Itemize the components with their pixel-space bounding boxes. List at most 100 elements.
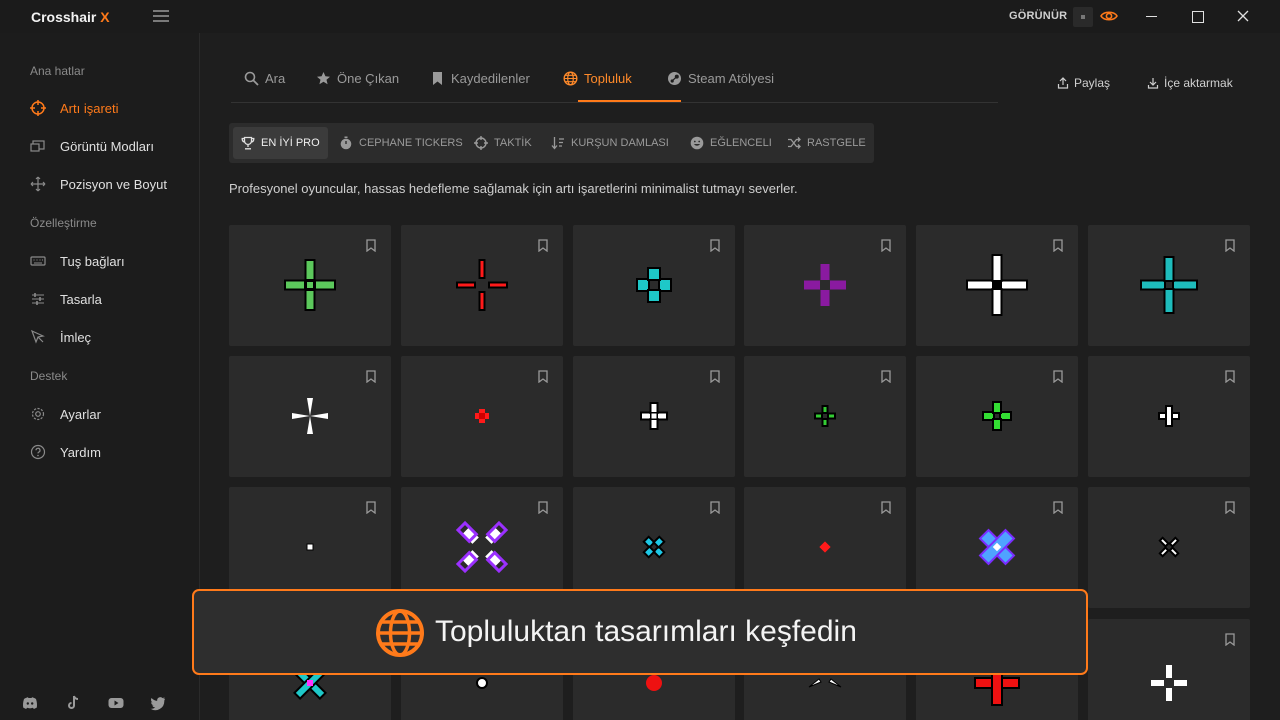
filter-fun[interactable]: EĞLENCELI bbox=[682, 127, 780, 159]
crosshair-card[interactable] bbox=[1088, 619, 1250, 720]
bookmark-icon[interactable] bbox=[1053, 370, 1063, 383]
tab-search[interactable]: Ara bbox=[244, 69, 285, 87]
crosshair-card[interactable] bbox=[1088, 356, 1250, 477]
trophy-icon bbox=[241, 136, 255, 150]
sidebar-item-display-modes[interactable]: Görüntü Modları bbox=[30, 133, 195, 159]
crosshair-card[interactable] bbox=[1088, 487, 1250, 608]
bookmark-icon[interactable] bbox=[710, 370, 720, 383]
filter-random[interactable]: RASTGELE bbox=[779, 127, 874, 159]
section-label-outline: Ana hatlar bbox=[30, 64, 85, 78]
import-button[interactable]: İçe aktarmak bbox=[1147, 76, 1233, 90]
sidebar-item-label: Yardım bbox=[60, 444, 101, 460]
toast-message: Topluluktan tasarımları keşfedin bbox=[435, 615, 857, 648]
sliders-icon bbox=[32, 293, 44, 305]
tab-saved[interactable]: Kaydedilenler bbox=[430, 69, 530, 87]
bookmark-icon[interactable] bbox=[538, 501, 548, 514]
crosshair-card[interactable] bbox=[916, 225, 1078, 346]
sidebar-item-cursor[interactable]: İmleç bbox=[30, 324, 195, 350]
tab-community[interactable]: Topluluk bbox=[563, 69, 632, 87]
bookmark-icon[interactable] bbox=[881, 370, 891, 383]
crosshair-preview-icon[interactable] bbox=[1073, 7, 1093, 27]
star-icon bbox=[317, 71, 330, 84]
category-description: Profesyonel oyuncular, hassas hedefleme … bbox=[229, 181, 798, 196]
cursor-icon bbox=[30, 329, 45, 344]
crosshair-preview bbox=[966, 254, 1028, 316]
filter-tactical[interactable]: TAKTİK bbox=[466, 127, 540, 159]
keyboard-icon bbox=[30, 256, 46, 266]
filter-top-pro[interactable]: EN İYİ PRO bbox=[233, 127, 328, 159]
bookmark-icon[interactable] bbox=[1225, 633, 1235, 646]
crosshair-card[interactable] bbox=[916, 356, 1078, 477]
target-icon bbox=[474, 136, 488, 150]
filter-bullet-drop[interactable]: KURŞUN DAMLASI bbox=[543, 127, 677, 159]
bookmark-icon bbox=[433, 71, 442, 85]
bookmark-icon[interactable] bbox=[881, 239, 891, 252]
crosshair-card[interactable] bbox=[229, 356, 391, 477]
bookmark-icon[interactable] bbox=[881, 501, 891, 514]
bookmark-icon[interactable] bbox=[1225, 370, 1235, 383]
active-tab-indicator bbox=[578, 100, 681, 102]
crosshair-preview bbox=[804, 264, 846, 306]
filter-bar: EN İYİ PRO CEPHANE TICKERS TAKTİK KURŞUN… bbox=[229, 123, 874, 163]
crosshair-preview bbox=[982, 401, 1012, 431]
community-toast: Topluluktan tasarımları keşfedin bbox=[192, 589, 1088, 675]
sidebar-item-label: Tuş bağları bbox=[60, 253, 125, 269]
bookmark-icon[interactable] bbox=[538, 370, 548, 383]
sidebar-item-design[interactable]: Tasarla bbox=[30, 286, 195, 312]
bookmark-icon[interactable] bbox=[366, 370, 376, 383]
crosshair-card[interactable] bbox=[401, 356, 563, 477]
stopwatch-icon bbox=[340, 136, 352, 150]
bookmark-icon[interactable] bbox=[1053, 501, 1063, 514]
bookmark-icon[interactable] bbox=[366, 501, 376, 514]
bookmark-icon[interactable] bbox=[710, 501, 720, 514]
globe-icon bbox=[563, 70, 578, 86]
filter-ammo-tickers[interactable]: CEPHANE TICKERS bbox=[331, 127, 471, 159]
bookmark-icon[interactable] bbox=[366, 239, 376, 252]
visibility-label: GÖRÜNÜR bbox=[1009, 10, 1068, 22]
sidebar-item-help[interactable]: Yardım bbox=[30, 439, 195, 465]
tab-featured[interactable]: Öne Çıkan bbox=[316, 69, 399, 87]
crosshair-card[interactable] bbox=[573, 225, 735, 346]
maximize-button[interactable] bbox=[1174, 0, 1220, 33]
eye-icon[interactable] bbox=[1100, 8, 1118, 24]
move-icon bbox=[30, 176, 46, 192]
sidebar-item-crosshair[interactable]: Artı işareti bbox=[30, 95, 195, 121]
sidebar-item-label: İmleç bbox=[60, 329, 92, 345]
bookmark-icon[interactable] bbox=[1053, 239, 1063, 252]
bookmark-icon[interactable] bbox=[710, 239, 720, 252]
crosshair-preview bbox=[819, 541, 831, 553]
crosshair-card[interactable] bbox=[1088, 225, 1250, 346]
crosshair-card[interactable] bbox=[744, 356, 906, 477]
crosshair-card[interactable] bbox=[401, 225, 563, 346]
title-bar[interactable]: Crosshair X GÖRÜNÜR bbox=[0, 0, 1280, 33]
discord-icon[interactable] bbox=[22, 695, 38, 711]
app-title: Crosshair X bbox=[31, 9, 110, 25]
crosshair-card[interactable] bbox=[573, 356, 735, 477]
sidebar-item-position-size[interactable]: Pozisyon ve Boyut bbox=[30, 171, 195, 197]
crosshair-preview bbox=[636, 267, 672, 303]
crosshair-preview bbox=[284, 259, 336, 311]
search-icon bbox=[244, 71, 259, 86]
bookmark-icon[interactable] bbox=[538, 239, 548, 252]
crosshair-card[interactable] bbox=[744, 225, 906, 346]
steam-icon bbox=[668, 71, 681, 85]
tab-steam-workshop[interactable]: Steam Atölyesi bbox=[667, 69, 774, 87]
sidebar-item-keybinds[interactable]: Tuş bağları bbox=[30, 248, 195, 274]
minimize-button[interactable] bbox=[1128, 0, 1174, 33]
twitter-icon[interactable] bbox=[150, 695, 166, 711]
crosshair-preview bbox=[642, 535, 666, 559]
share-button[interactable]: Paylaş bbox=[1057, 76, 1110, 90]
sidebar-item-label: Ayarlar bbox=[60, 406, 101, 422]
crosshair-preview bbox=[1151, 665, 1187, 701]
bookmark-icon[interactable] bbox=[1225, 239, 1235, 252]
menu-toggle-icon[interactable] bbox=[153, 10, 169, 22]
close-button[interactable] bbox=[1220, 0, 1266, 33]
globe-icon bbox=[376, 609, 424, 657]
crosshair-preview bbox=[814, 405, 836, 427]
crosshair-card[interactable] bbox=[229, 225, 391, 346]
gear-icon bbox=[31, 407, 45, 421]
youtube-icon[interactable] bbox=[108, 695, 124, 711]
sidebar-item-settings[interactable]: Ayarlar bbox=[30, 401, 195, 427]
tiktok-icon[interactable] bbox=[65, 695, 81, 711]
bookmark-icon[interactable] bbox=[1225, 501, 1235, 514]
